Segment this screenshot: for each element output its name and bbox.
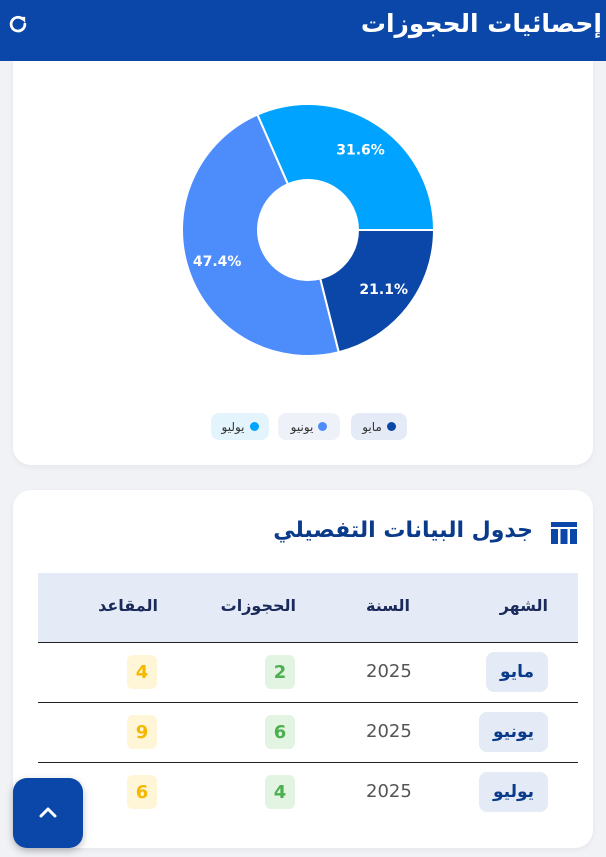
legend-label: يونيو <box>290 419 314 434</box>
slice-label-3: 31.6% <box>336 143 385 159</box>
chart-card: 21.1% 47.4% 31.6% مايو يونيو يوليو <box>13 61 593 465</box>
legend-dot-icon <box>249 422 259 431</box>
scroll-to-top-button[interactable] <box>13 778 83 848</box>
bookings-badge: 6 <box>265 715 295 749</box>
table-row: يوليو 2025 4 6 <box>38 763 578 823</box>
table-row: مايو 2025 2 4 <box>38 643 578 703</box>
month-cell: يوليو <box>478 772 548 812</box>
legend-dot-icon <box>318 422 328 431</box>
seats-badge: 9 <box>127 715 157 749</box>
legend-item[interactable]: يوليو <box>211 413 269 440</box>
legend-item[interactable]: مايو <box>351 413 407 440</box>
header-seats: المقاعد <box>98 596 158 615</box>
legend-dot-icon <box>386 422 396 431</box>
pie-slice-3[interactable] <box>256 103 436 231</box>
table-header: الشهر السنة الحجوزات المقاعد <box>38 573 578 643</box>
header-year: السنة <box>365 596 410 615</box>
bookings-badge: 4 <box>265 775 295 809</box>
app-header: إحصائيات الحجوزات <box>0 0 606 61</box>
legend-label: مايو <box>362 419 382 434</box>
bookings-pie-chart: 21.1% 47.4% 31.6% <box>181 103 436 357</box>
table-row: يونيو 2025 6 9 <box>38 703 578 763</box>
month-cell: مايو <box>486 652 548 692</box>
slice-label-2: 47.4% <box>193 254 242 270</box>
seats-badge: 4 <box>127 655 157 689</box>
refresh-icon[interactable] <box>7 14 29 36</box>
legend-label: يوليو <box>221 419 245 434</box>
year-cell: 2025 <box>366 661 412 682</box>
month-cell: يونيو <box>478 712 548 752</box>
table-icon <box>551 522 577 544</box>
chevron-up-icon <box>39 807 57 818</box>
header-bookings: الحجوزات <box>220 596 296 615</box>
header-month: الشهر <box>499 596 548 615</box>
legend-item[interactable]: يونيو <box>278 413 340 440</box>
seats-badge: 6 <box>127 775 157 809</box>
year-cell: 2025 <box>366 721 412 742</box>
year-cell: 2025 <box>366 781 412 802</box>
table-title: جدول البيانات التفصيلي <box>273 518 533 543</box>
page-title: إحصائيات الحجوزات <box>360 9 602 38</box>
slice-label-1: 21.1% <box>359 282 408 298</box>
table-card: جدول البيانات التفصيلي الشهر السنة الحجو… <box>13 490 593 848</box>
bookings-badge: 2 <box>265 655 295 689</box>
